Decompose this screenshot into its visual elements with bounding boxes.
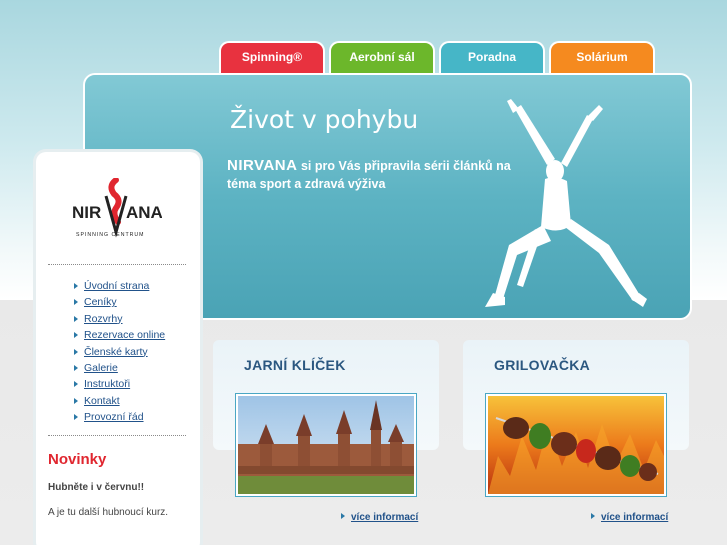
menu-link[interactable]: Úvodní strana xyxy=(84,280,149,292)
arrow-right-icon xyxy=(591,513,595,519)
menu-divider-top xyxy=(48,264,186,265)
arrow-right-icon xyxy=(74,397,78,404)
arrow-right-icon xyxy=(74,299,78,306)
hero-brand: NIRVANA xyxy=(227,157,298,174)
dancer-silhouette-icon xyxy=(485,99,647,307)
menu-item-instructors[interactable]: Instruktoři xyxy=(72,376,165,392)
menu-link[interactable]: Ceníky xyxy=(84,296,117,308)
menu-item-membership-cards[interactable]: Členské karty xyxy=(72,344,165,360)
menu-item-contact[interactable]: Kontakt xyxy=(72,393,165,409)
arrow-right-icon xyxy=(74,283,78,289)
tab-advice[interactable]: Poradna xyxy=(439,41,545,75)
arrow-right-icon xyxy=(74,315,78,322)
menu-link[interactable]: Členské karty xyxy=(84,346,148,358)
menu-item-reservation[interactable]: Rezervace online xyxy=(72,327,165,343)
menu-link[interactable]: Provozní řád xyxy=(84,411,144,423)
svg-text:ANA: ANA xyxy=(126,203,162,222)
arrow-right-icon xyxy=(74,332,78,339)
news-text: A je tu další hubnoucí kurz. xyxy=(48,507,169,518)
castle-photo[interactable] xyxy=(235,393,417,497)
more-info-text[interactable]: více informací xyxy=(601,512,668,523)
barbecue-photo[interactable] xyxy=(485,393,667,497)
tab-spinning[interactable]: Spinning® xyxy=(219,41,325,75)
menu-divider-bottom xyxy=(48,435,186,436)
menu-link[interactable]: Rezervace online xyxy=(84,329,165,341)
tab-aerobic-hall[interactable]: Aerobní sál xyxy=(329,41,435,75)
article-title[interactable]: GRILOVAČKA xyxy=(494,357,590,373)
news-heading: Novinky xyxy=(48,451,107,468)
svg-text:NIR: NIR xyxy=(72,203,101,222)
more-info-text[interactable]: více informací xyxy=(351,512,418,523)
main-menu: Úvodní strana Ceníky Rozvrhy Rezervace o… xyxy=(72,278,165,426)
menu-item-rules[interactable]: Provozní řád xyxy=(72,409,165,425)
menu-link[interactable]: Instruktoři xyxy=(84,378,130,390)
menu-link[interactable]: Rozvrhy xyxy=(84,313,123,325)
menu-link[interactable]: Kontakt xyxy=(84,395,120,407)
hero-text: NIRVANA si pro Vás připravila sérii člán… xyxy=(227,157,517,193)
menu-item-home[interactable]: Úvodní strana xyxy=(72,278,165,294)
arrow-right-icon xyxy=(74,348,78,355)
svg-text:SPINNING CENTRUM: SPINNING CENTRUM xyxy=(76,232,144,238)
menu-item-schedules[interactable]: Rozvrhy xyxy=(72,311,165,327)
more-info-link-barbecue[interactable]: více informací xyxy=(591,512,668,523)
sidebar: NIR ANA SPINNING CENTRUM Úvodní strana C… xyxy=(36,152,200,545)
arrow-right-icon xyxy=(74,364,78,371)
hero-title: Život v pohybu xyxy=(230,105,419,134)
nirvana-logo: NIR ANA SPINNING CENTRUM xyxy=(72,178,162,238)
arrow-right-icon xyxy=(341,513,345,519)
more-info-link-spring[interactable]: více informací xyxy=(341,512,418,523)
news-subtitle[interactable]: Hubněte i v červnu!! xyxy=(48,482,144,493)
arrow-right-icon xyxy=(74,414,78,421)
menu-item-gallery[interactable]: Galerie xyxy=(72,360,165,376)
article-title[interactable]: JARNÍ KLÍČEK xyxy=(244,357,346,373)
arrow-right-icon xyxy=(74,381,78,388)
menu-item-prices[interactable]: Ceníky xyxy=(72,294,165,310)
tab-solarium[interactable]: Solárium xyxy=(549,41,655,75)
menu-link[interactable]: Galerie xyxy=(84,362,118,374)
